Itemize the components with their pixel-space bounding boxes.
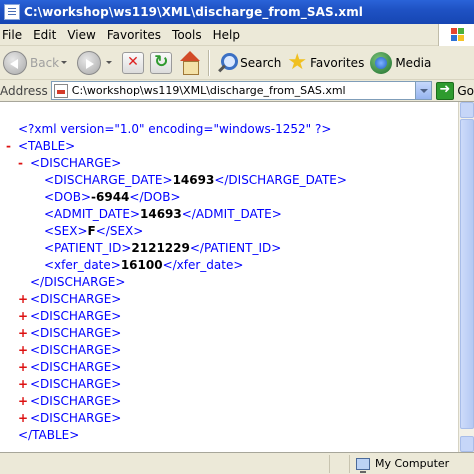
- status-pane-zone: My Computer: [350, 455, 474, 473]
- field-close-tag: </SEX>: [95, 224, 144, 238]
- search-label: Search: [240, 55, 282, 70]
- home-icon[interactable]: [178, 50, 202, 75]
- field-value: 14693: [172, 173, 215, 187]
- scroll-thumb[interactable]: [460, 119, 474, 429]
- expand-toggle-discharge[interactable]: +: [18, 393, 28, 410]
- field-value: 14693: [140, 207, 182, 221]
- field-value: 2121229: [131, 241, 190, 255]
- field-open-tag: <DISCHARGE_DATE>: [44, 173, 173, 187]
- forward-dropdown-icon[interactable]: [106, 61, 113, 64]
- field-close-tag: </ADMIT_DATE>: [181, 207, 282, 221]
- menu-file[interactable]: File: [0, 28, 30, 42]
- expand-toggle-discharge[interactable]: +: [18, 308, 28, 325]
- title-bar: C:\workshop\ws119\XML\discharge_from_SAS…: [0, 0, 474, 24]
- forward-arrow-icon: [77, 50, 102, 75]
- xml-document-icon: [4, 4, 20, 20]
- back-button[interactable]: Back: [0, 48, 74, 78]
- media-icon: [370, 51, 393, 74]
- field-open-tag: <DOB>: [44, 190, 92, 204]
- scroll-up-icon[interactable]: [460, 102, 474, 118]
- go-label: Go: [457, 83, 474, 98]
- collapsed-discharge-tag: <DISCHARGE>: [30, 326, 122, 340]
- menu-help[interactable]: Help: [210, 28, 248, 42]
- favorites-label: Favorites: [310, 55, 365, 70]
- address-input[interactable]: C:\workshop\ws119\XML\discharge_from_SAS…: [50, 81, 433, 100]
- windows-logo-icon: [438, 24, 474, 46]
- back-dropdown-icon[interactable]: [61, 61, 68, 64]
- expand-toggle-discharge[interactable]: +: [18, 359, 28, 376]
- scroll-down-icon[interactable]: [460, 436, 474, 452]
- collapse-toggle-discharge[interactable]: -: [18, 155, 23, 172]
- menu-favorites[interactable]: Favorites: [104, 28, 169, 42]
- table-open-tag: <TABLE>: [18, 139, 76, 153]
- field-close-tag: </DISCHARGE_DATE>: [214, 173, 347, 187]
- field-close-tag: </DOB>: [129, 190, 181, 204]
- table-close-tag: </TABLE>: [18, 428, 80, 442]
- collapsed-discharge-tag: <DISCHARGE>: [30, 394, 122, 408]
- field-value: F: [87, 224, 96, 238]
- xml-declaration: <?xml version="1.0" encoding="windows-12…: [18, 122, 332, 136]
- toolbar-separator: [208, 49, 210, 76]
- refresh-icon[interactable]: [150, 51, 173, 74]
- window-title: C:\workshop\ws119\XML\discharge_from_SAS…: [24, 5, 364, 19]
- back-arrow-icon: [3, 50, 27, 75]
- collapsed-discharge-tag: <DISCHARGE>: [30, 292, 122, 306]
- toolbar: Back Search ★ Favorites Media: [0, 46, 474, 80]
- field-value: 16100: [120, 258, 163, 272]
- search-button[interactable]: Search: [212, 48, 284, 78]
- favorites-star-icon: ★: [287, 49, 308, 75]
- collapsed-discharge-tag: <DISCHARGE>: [30, 343, 122, 357]
- field-close-tag: </xfer_date>: [162, 258, 244, 272]
- field-open-tag: <ADMIT_DATE>: [44, 207, 140, 221]
- expand-toggle-discharge[interactable]: +: [18, 325, 28, 342]
- field-open-tag: <xfer_date>: [44, 258, 121, 272]
- status-pane-main: [0, 454, 330, 473]
- menu-view[interactable]: View: [64, 28, 103, 42]
- discharge-close-tag: </DISCHARGE>: [30, 275, 126, 289]
- xml-document-view: <?xml version="1.0" encoding="windows-12…: [0, 102, 458, 452]
- collapsed-discharge-tag: <DISCHARGE>: [30, 360, 122, 374]
- field-open-tag: <PATIENT_ID>: [44, 241, 132, 255]
- collapse-toggle-table[interactable]: -: [6, 138, 11, 155]
- status-bar: My Computer: [0, 452, 474, 474]
- expand-toggle-discharge[interactable]: +: [18, 410, 28, 427]
- go-arrow-icon: [436, 81, 455, 100]
- field-close-tag: </PATIENT_ID>: [189, 241, 282, 255]
- my-computer-icon: [356, 457, 370, 473]
- back-label: Back: [30, 55, 60, 70]
- collapsed-discharge-tag: <DISCHARGE>: [30, 309, 122, 323]
- stop-icon[interactable]: [122, 51, 145, 74]
- menu-tools[interactable]: Tools: [169, 28, 210, 42]
- address-bar: Address C:\workshop\ws119\XML\discharge_…: [0, 80, 474, 102]
- menu-edit[interactable]: Edit: [30, 28, 64, 42]
- media-button[interactable]: Media: [367, 48, 434, 78]
- collapsed-discharge-tag: <DISCHARGE>: [30, 411, 122, 425]
- discharge-open-tag: <DISCHARGE>: [30, 156, 122, 170]
- expand-toggle-discharge[interactable]: +: [18, 291, 28, 308]
- xml-page-icon: [53, 83, 68, 98]
- vertical-scrollbar[interactable]: [458, 102, 474, 452]
- expand-toggle-discharge[interactable]: +: [18, 342, 28, 359]
- collapsed-discharge-tag: <DISCHARGE>: [30, 377, 122, 391]
- forward-button[interactable]: [74, 48, 119, 78]
- favorites-button[interactable]: ★ Favorites: [284, 48, 367, 78]
- field-open-tag: <SEX>: [44, 224, 88, 238]
- expand-toggle-discharge[interactable]: +: [18, 376, 28, 393]
- media-label: Media: [395, 55, 432, 70]
- address-label: Address: [0, 83, 48, 98]
- zone-label: My Computer: [375, 457, 450, 470]
- go-button[interactable]: Go: [436, 81, 474, 100]
- status-pane-small: [330, 454, 350, 473]
- field-value: -6944: [91, 190, 130, 204]
- address-dropdown-icon[interactable]: [415, 82, 432, 99]
- address-value[interactable]: C:\workshop\ws119\XML\discharge_from_SAS…: [72, 84, 346, 97]
- menu-bar: File Edit View Favorites Tools Help: [0, 24, 474, 46]
- search-icon: [215, 52, 239, 74]
